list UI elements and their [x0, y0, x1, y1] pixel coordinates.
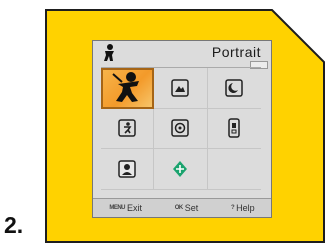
set-label: Set [184, 203, 199, 213]
scene-cell-scene-assist[interactable] [154, 149, 208, 190]
lcd-screen: Portrait MENU Exit OK Set ? Help [92, 40, 272, 218]
portrait-mode-icon [104, 44, 114, 61]
macro-icon [171, 119, 190, 138]
scene-cell-empty [207, 149, 261, 190]
scene-cell-night-landscape[interactable] [207, 109, 261, 150]
footer-set[interactable]: OK Set [175, 203, 199, 213]
footer-help[interactable]: ? Help [231, 203, 255, 213]
footer-exit[interactable]: MENU Exit [109, 203, 142, 213]
scene-cell-night-portrait[interactable] [207, 68, 261, 109]
portrait-icon [111, 72, 139, 103]
sports-icon [118, 119, 136, 138]
landscape-icon [171, 79, 190, 97]
scene-cell-sports[interactable] [101, 108, 155, 150]
screen-header: Portrait [93, 41, 271, 69]
menu-button-glyph: MENU [109, 205, 126, 211]
help-label: Help [236, 203, 255, 213]
scene-mode-grid [101, 67, 261, 190]
step-number: 2. [4, 212, 24, 238]
self-portrait-icon [118, 160, 136, 178]
screen-footer: MENU Exit OK Set ? Help [93, 198, 271, 217]
mode-name: Portrait [211, 44, 261, 60]
scene-assist-icon [173, 161, 188, 178]
scene-cell-macro[interactable] [154, 108, 208, 150]
scene-cell-portrait[interactable] [101, 68, 155, 109]
ok-button-glyph: OK [174, 205, 184, 211]
scene-cell-landscape[interactable] [154, 68, 208, 109]
exit-label: Exit [127, 203, 143, 213]
camera-screen-card: Portrait MENU Exit OK Set ? Help [44, 0, 326, 244]
night-portrait-icon [225, 79, 244, 97]
night-landscape-icon [228, 118, 241, 139]
help-button-glyph: ? [230, 205, 235, 211]
scene-cell-self-portrait[interactable] [101, 149, 155, 190]
